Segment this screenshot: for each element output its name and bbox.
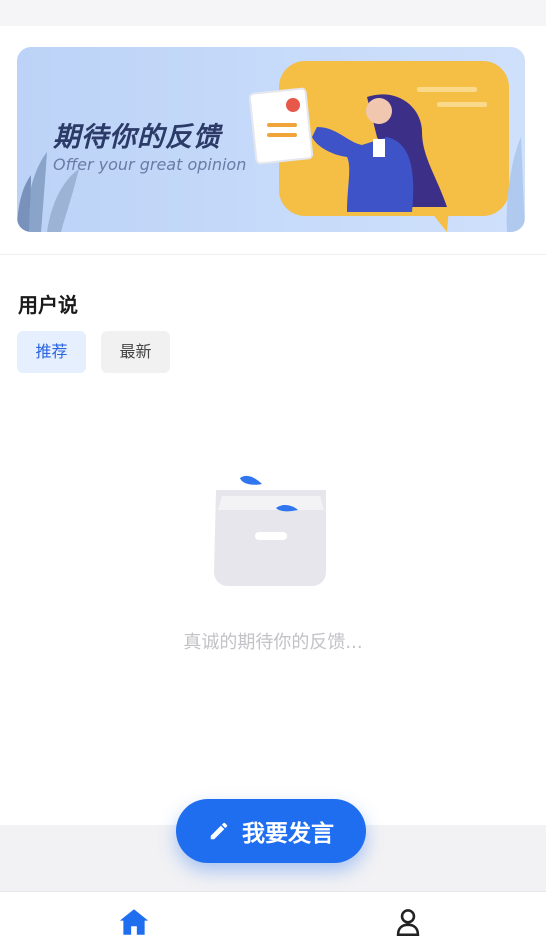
banner-title: 期待你的反馈 (53, 122, 221, 153)
section-divider (0, 254, 546, 255)
tabbar-profile[interactable] (388, 902, 428, 942)
post-feedback-button[interactable]: 我要发言 (176, 799, 366, 863)
empty-state-text: 真诚的期待你的反馈... (183, 632, 363, 653)
tabbar-home[interactable] (114, 902, 154, 942)
banner-subtitle: Offer your great opinion (53, 155, 247, 174)
section-title: 用户说 (18, 293, 78, 317)
top-status-strip (0, 0, 546, 26)
tab-latest[interactable]: 最新 (101, 331, 170, 373)
pencil-icon (210, 822, 228, 840)
tab-recommended[interactable]: 推荐 (17, 331, 86, 373)
empty-box-icon (214, 475, 326, 586)
bottom-tab-bar (0, 891, 546, 942)
home-icon (119, 909, 149, 935)
user-icon (396, 909, 420, 937)
feedback-banner[interactable]: 期待你的反馈 Offer your great opinion (17, 47, 525, 232)
post-button-label: 我要发言 (242, 821, 334, 847)
